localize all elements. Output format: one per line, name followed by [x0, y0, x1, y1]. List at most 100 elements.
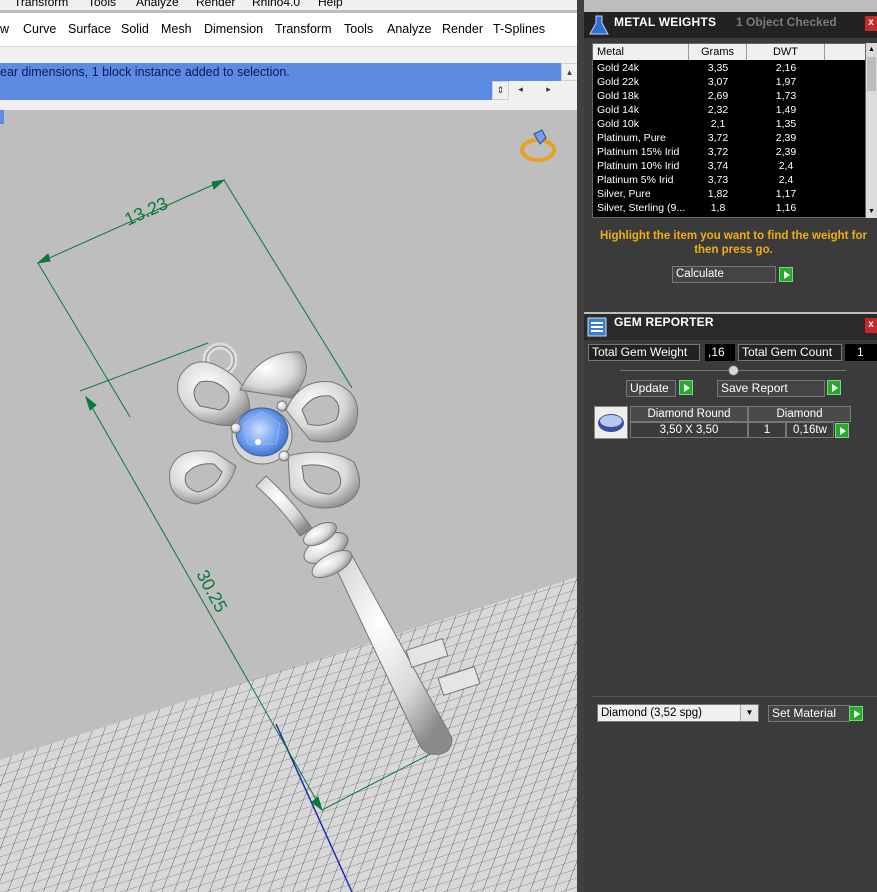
dwt-cell: 1,97 — [775, 76, 797, 88]
menu-bar: w Curve Surface Solid Mesh Dimension Tra… — [0, 13, 583, 47]
menu-item-curve[interactable]: Curve — [23, 22, 56, 36]
menu-analyze[interactable]: Analyze — [136, 0, 179, 9]
metal-cell: Silver, Sterling (9... — [597, 202, 686, 214]
menu-item-dimension[interactable]: Dimension — [204, 22, 263, 36]
gem-reporter-title: GEM REPORTER — [614, 315, 714, 329]
dwt-cell: 1,73 — [775, 90, 797, 102]
grams-cell: 2,32 — [707, 104, 729, 116]
dwt-cell: 2,16 — [775, 62, 797, 74]
total-gem-count-value: 1 — [845, 344, 877, 361]
set-material-button[interactable]: Set Material — [768, 705, 850, 722]
table-row[interactable]: Platinum 5% Irid 3,73 2,4 — [593, 173, 865, 187]
menu-render[interactable]: Render — [196, 0, 235, 9]
save-report-go-button[interactable] — [827, 380, 841, 395]
gem-reporter-titlebar: GEM REPORTER x — [584, 314, 877, 342]
menu-transform[interactable]: Transform — [14, 0, 68, 9]
save-report-button[interactable]: Save Report — [717, 380, 825, 397]
menu-item-transform[interactable]: Transform — [275, 22, 332, 36]
dwt-cell: 2,39 — [775, 146, 797, 158]
menu-rhino4[interactable]: Rhino4.0 — [252, 0, 300, 9]
scroll-right-icon[interactable]: ▸ — [540, 81, 557, 100]
grams-cell: 3,35 — [707, 62, 729, 74]
menu-item-render[interactable]: Render — [442, 22, 483, 36]
table-row[interactable]: Gold 22k 3,07 1,97 — [593, 75, 865, 89]
gem-row-go-button[interactable] — [835, 423, 849, 438]
scroll-up-icon[interactable]: ▲ — [867, 45, 876, 54]
table-row[interactable]: Platinum 10% Irid 3,74 2,4 — [593, 159, 865, 173]
metal-cell: Platinum 5% Irid — [597, 174, 674, 186]
table-row[interactable]: Gold 24k 3,35 2,16 — [593, 61, 865, 75]
menu-tools[interactable]: Tools — [88, 0, 116, 9]
dimension-length-label: 30.25 — [192, 566, 231, 615]
gem-shape: Diamond Round — [630, 406, 748, 422]
spin-arrows-icon[interactable]: ⇕ — [492, 81, 509, 100]
dwt-cell: 2,4 — [778, 174, 794, 186]
grams-cell: 2,69 — [707, 90, 729, 102]
metal-cell: Gold 10k — [597, 118, 640, 130]
viewport-ring-icon[interactable] — [520, 129, 556, 162]
gem-reporter-panel: GEM REPORTER x — [584, 314, 877, 892]
metal-weights-table[interactable]: Metal Grams DWT Gold 24k 3,35 2,16 Gold 22k… — [592, 43, 866, 218]
table-row[interactable]: Silver, Coin (900)1,791,15 — [593, 215, 865, 217]
metal-weights-titlebar: METAL WEIGHTS 1 Object Checked x — [584, 12, 877, 40]
metal-cell: Gold 24k — [597, 62, 640, 74]
metal-cell: Silver, Coin (900) — [597, 215, 689, 217]
close-icon[interactable]: x — [865, 318, 877, 333]
grams-cell: 1,8 — [710, 202, 726, 214]
material-select[interactable]: Diamond (3,52 spg) — [597, 704, 759, 722]
dwt-cell: 2,4 — [778, 160, 794, 172]
gem-list-divider — [592, 696, 877, 697]
column-header-metal[interactable]: Metal — [593, 44, 689, 60]
dwt-cell: 1,49 — [775, 104, 797, 116]
menu-item-analyze[interactable]: Analyze — [387, 22, 431, 36]
gem-material: Diamond — [748, 406, 851, 422]
update-button[interactable]: Update — [626, 380, 676, 397]
calculate-select[interactable]: Calculate — [672, 266, 776, 283]
scroll-thumb[interactable] — [867, 57, 876, 91]
metal-weights-scrollbar[interactable]: ▲ ▼ — [866, 43, 877, 218]
menu-item-tsplines[interactable]: T-Splines — [493, 22, 545, 36]
table-row[interactable]: Platinum, Pure 3,72 2,39 — [593, 131, 865, 145]
metal-cell: Platinum 10% Irid — [597, 160, 680, 172]
chevron-down-icon[interactable]: ▼ — [740, 705, 758, 721]
total-gem-weight-value: ,16 — [705, 344, 735, 361]
set-material-go-button[interactable] — [849, 706, 863, 721]
diamond-round-icon[interactable] — [594, 406, 628, 439]
menu-item-mesh[interactable]: Mesh — [161, 22, 192, 36]
menu-item-solid[interactable]: Solid — [121, 22, 149, 36]
menu-item-surface[interactable]: Surface — [68, 22, 111, 36]
table-row[interactable]: Gold 10k 2,1 1,35 — [593, 117, 865, 131]
grams-cell: 2,1 — [710, 118, 726, 130]
scroll-up-icon[interactable]: ▴ — [561, 63, 578, 81]
gem-qty: 1 — [748, 422, 786, 438]
grams-cell: 1,79 — [689, 215, 747, 217]
close-icon[interactable]: x — [865, 16, 877, 31]
panel-splitter[interactable] — [577, 0, 584, 892]
dwt-cell: 2,39 — [775, 132, 797, 144]
column-header-grams[interactable]: Grams — [689, 44, 747, 60]
command-input[interactable] — [0, 81, 492, 100]
table-row[interactable]: Silver, Sterling (9... 1,8 1,16 — [593, 201, 865, 215]
ground-grid — [0, 575, 583, 892]
flask-icon — [589, 15, 609, 35]
column-header-dwt[interactable]: DWT — [747, 44, 825, 60]
grams-cell: 1,82 — [707, 188, 729, 200]
table-row[interactable]: Platinum 15% Irid 3,72 2,39 — [593, 145, 865, 159]
calculate-go-button[interactable] — [779, 267, 793, 282]
menu-item-tools[interactable]: Tools — [344, 22, 373, 36]
table-row[interactable]: Silver, Pure 1,82 1,17 — [593, 187, 865, 201]
menu-help[interactable]: Help — [318, 0, 343, 9]
scroll-left-icon[interactable]: ◂ — [512, 81, 529, 100]
viewport-tab[interactable] — [0, 110, 4, 124]
menu-item-w[interactable]: w — [0, 22, 9, 36]
weight-slider-handle[interactable] — [728, 365, 739, 376]
scroll-down-icon[interactable]: ▼ — [867, 207, 876, 216]
perspective-viewport[interactable]: 13.23 30.25 — [0, 110, 583, 892]
grams-cell: 3,07 — [707, 76, 729, 88]
total-gem-weight-label: Total Gem Weight — [588, 344, 700, 361]
update-go-button[interactable] — [679, 380, 693, 395]
column-header-blank — [825, 44, 865, 60]
metal-cell: Silver, Pure — [597, 188, 651, 200]
table-row[interactable]: Gold 18k 2,69 1,73 — [593, 89, 865, 103]
table-row[interactable]: Gold 14k 2,32 1,49 — [593, 103, 865, 117]
